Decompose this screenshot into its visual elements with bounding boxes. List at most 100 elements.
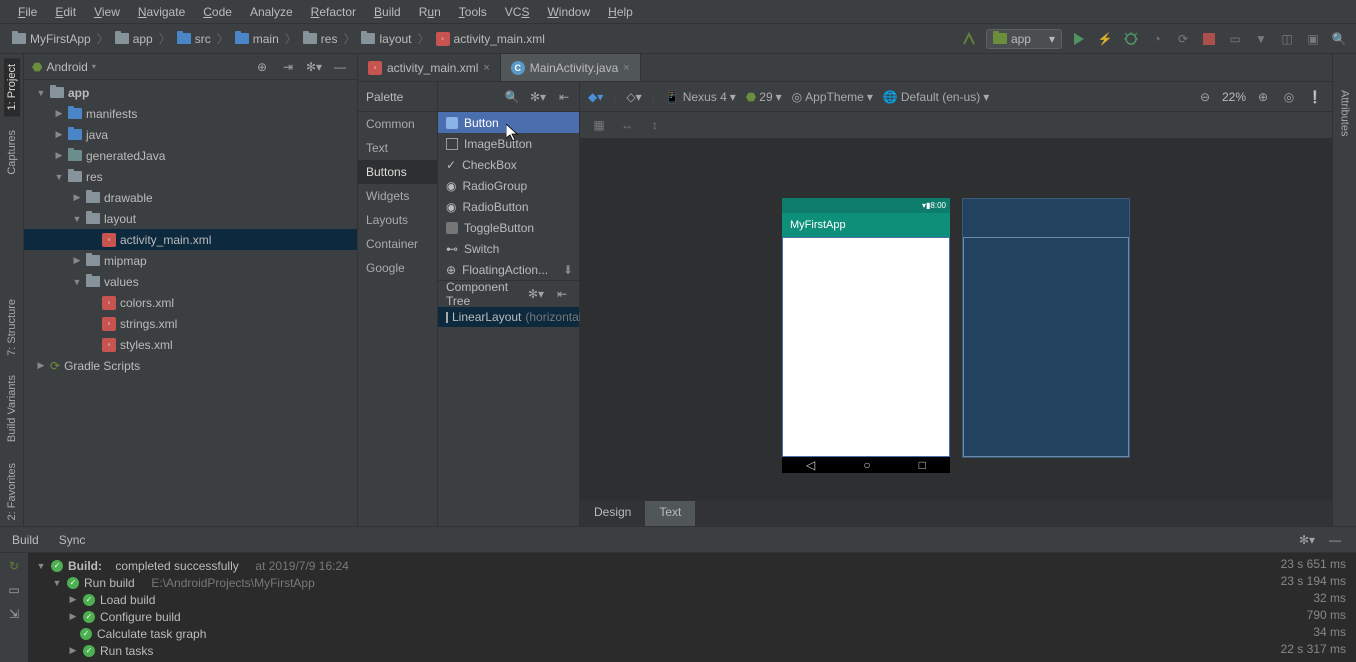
menu-run[interactable]: Run — [411, 3, 449, 21]
download-icon[interactable]: ⬇ — [563, 263, 573, 277]
zoom-out-icon[interactable]: ⊖ — [1196, 88, 1214, 106]
close-tab-icon[interactable]: × — [623, 62, 629, 74]
run-button-icon[interactable] — [1070, 30, 1088, 48]
zoom-in-icon[interactable]: ⊕ — [1254, 88, 1272, 106]
design-tab[interactable]: Design — [580, 501, 645, 526]
breadcrumb-project[interactable]: MyFirstApp — [8, 30, 95, 48]
debug-button-icon[interactable] — [1122, 30, 1140, 48]
layout-inspector-icon[interactable]: ◫ — [1278, 30, 1296, 48]
pan-icon[interactable]: ▦ — [590, 116, 608, 134]
rail-build-variants[interactable]: Build Variants — [4, 369, 20, 448]
scroll-from-source-icon[interactable]: ⊕ — [253, 58, 271, 76]
collapse-all-icon[interactable]: ⇥ — [279, 58, 297, 76]
sdk-manager-icon[interactable]: ▼ — [1252, 30, 1270, 48]
tab-mainactivity[interactable]: CMainActivity.java× — [501, 54, 641, 81]
bottom-settings-icon[interactable]: ✻▾ — [1298, 531, 1316, 549]
blueprint-preview[interactable] — [962, 198, 1130, 458]
stop-icon[interactable] — [1200, 30, 1218, 48]
design-preview[interactable]: ▾▮8:00 MyFirstApp ◁○□ — [782, 198, 950, 473]
palette-cat-buttons[interactable]: Buttons — [358, 160, 437, 184]
bottom-hide-icon[interactable]: — — [1326, 531, 1344, 549]
attach-debugger-icon[interactable]: ⟳ — [1174, 30, 1192, 48]
palette-checkbox[interactable]: ✓CheckBox — [438, 154, 579, 175]
build-expand-icon[interactable]: ⇲ — [5, 605, 23, 623]
palette-radiobutton[interactable]: ◉RadioButton — [438, 196, 579, 217]
warnings-icon[interactable]: ❕ — [1306, 88, 1324, 106]
hide-icon[interactable]: — — [331, 58, 349, 76]
palette-radiogroup[interactable]: ◉RadioGroup — [438, 175, 579, 196]
breadcrumb-res[interactable]: res — [299, 30, 342, 48]
palette-cat-widgets[interactable]: Widgets — [358, 184, 437, 208]
palette-togglebutton[interactable]: ToggleButton — [438, 217, 579, 238]
settings-icon[interactable]: ✻▾ — [305, 58, 323, 76]
menu-code[interactable]: Code — [195, 3, 240, 21]
api-dropdown[interactable]: ⬣ 29 ▾ — [746, 90, 782, 104]
breadcrumb-module[interactable]: app — [111, 30, 157, 48]
palette-search-icon[interactable]: 🔍 — [503, 88, 521, 106]
build-filter-icon[interactable]: ▭ — [5, 581, 23, 599]
palette-button[interactable]: Button — [438, 112, 579, 133]
project-tree[interactable]: ▼app ▶manifests ▶java ▶generatedJava ▼re… — [24, 80, 357, 526]
palette-cat-container[interactable]: Container — [358, 232, 437, 256]
menu-file[interactable]: File — [10, 3, 45, 21]
theme-dropdown[interactable]: ◎ AppTheme ▾ — [792, 90, 873, 104]
navigation-toolbar: MyFirstApp 〉 app 〉 src 〉 main 〉 res 〉 la… — [0, 24, 1356, 54]
view-options-icon[interactable]: ◆▾ — [588, 90, 603, 104]
run-config-dropdown[interactable]: app▾ — [986, 29, 1062, 49]
rail-structure[interactable]: 7: Structure — [4, 293, 20, 362]
build-restart-icon[interactable]: ↻ — [5, 557, 23, 575]
orientation-icon[interactable]: ◇▾ — [626, 90, 641, 104]
menu-view[interactable]: View — [86, 3, 128, 21]
menu-edit[interactable]: Edit — [47, 3, 84, 21]
component-linearlayout[interactable]: LinearLayout(horizontal) — [438, 307, 579, 327]
project-view-dropdown[interactable]: ⬣Android ▾ — [32, 60, 96, 74]
tab-activity-main[interactable]: ◦activity_main.xml× — [358, 54, 501, 81]
bottom-sync[interactable]: Sync — [59, 533, 86, 547]
palette-fab[interactable]: ⊕FloatingAction...⬇ — [438, 259, 579, 280]
menu-vcs[interactable]: VCS — [497, 3, 538, 21]
device-file-icon[interactable]: ▣ — [1304, 30, 1322, 48]
search-icon[interactable]: 🔍 — [1330, 30, 1348, 48]
align-h-icon[interactable]: ↔ — [618, 116, 636, 134]
menu-build[interactable]: Build — [366, 3, 409, 21]
align-v-icon[interactable]: ↕ — [646, 116, 664, 134]
text-tab[interactable]: Text — [645, 501, 695, 526]
palette-cat-layouts[interactable]: Layouts — [358, 208, 437, 232]
palette-cat-google[interactable]: Google — [358, 256, 437, 280]
palette-cat-text[interactable]: Text — [358, 136, 437, 160]
palette-dock-icon[interactable]: ⇤ — [555, 88, 573, 106]
palette-switch[interactable]: ⊷Switch — [438, 238, 579, 259]
bottom-build[interactable]: Build — [12, 533, 39, 547]
breadcrumb-main[interactable]: main — [231, 30, 283, 48]
menu-navigate[interactable]: Navigate — [130, 3, 193, 21]
palette-widget-list: 🔍 ✻▾ ⇤ Button ImageButton ✓CheckBox ◉Rad… — [438, 82, 580, 526]
make-project-icon[interactable] — [960, 30, 978, 48]
breadcrumb-src[interactable]: src — [173, 30, 215, 48]
rail-project[interactable]: 1: Project — [4, 58, 20, 116]
comp-settings-icon[interactable]: ✻▾ — [527, 285, 545, 303]
close-tab-icon[interactable]: × — [483, 62, 489, 74]
menu-analyze[interactable]: Analyze — [242, 3, 301, 21]
palette-imagebutton[interactable]: ImageButton — [438, 133, 579, 154]
tree-activity-main[interactable]: ◦activity_main.xml — [24, 229, 357, 250]
avd-manager-icon[interactable]: ▭ — [1226, 30, 1244, 48]
comp-dock-icon[interactable]: ⇤ — [553, 285, 571, 303]
zoom-reset-icon[interactable]: ◎ — [1280, 88, 1298, 106]
locale-dropdown[interactable]: 🌐 Default (en-us) ▾ — [883, 90, 989, 104]
rail-captures[interactable]: Captures — [4, 124, 20, 181]
menu-window[interactable]: Window — [539, 3, 598, 21]
breadcrumb-file[interactable]: ◦activity_main.xml — [432, 30, 549, 48]
palette-settings-icon[interactable]: ✻▾ — [529, 88, 547, 106]
rail-attributes[interactable]: Attributes — [1337, 84, 1353, 142]
breadcrumb-layout[interactable]: layout — [357, 30, 415, 48]
device-dropdown[interactable]: 📱 Nexus 4 ▾ — [665, 90, 736, 104]
palette-cat-common[interactable]: Common — [358, 112, 437, 136]
profile-icon[interactable]: ◔ — [1148, 30, 1166, 48]
menu-tools[interactable]: Tools — [451, 3, 495, 21]
apply-changes-icon[interactable]: ⚡ — [1096, 30, 1114, 48]
app-title-bar: MyFirstApp — [782, 213, 950, 237]
rail-favorites[interactable]: 2: Favorites — [4, 457, 20, 526]
design-canvas[interactable]: ▾▮8:00 MyFirstApp ◁○□ — [580, 138, 1332, 500]
menu-refactor[interactable]: Refactor — [303, 3, 364, 21]
menu-help[interactable]: Help — [600, 3, 641, 21]
